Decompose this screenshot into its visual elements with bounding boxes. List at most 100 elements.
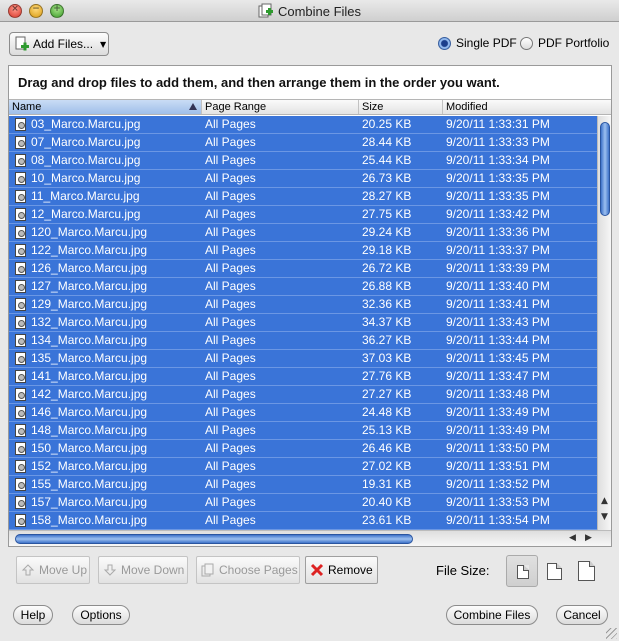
table-row[interactable]: 129_Marco.Marcu.jpg All Pages 32.36 KB 9/20…	[9, 296, 597, 314]
table-row[interactable]: 127_Marco.Marcu.jpg All Pages 26.88 KB 9/20…	[9, 278, 597, 296]
table-row[interactable]: 158_Marco.Marcu.jpg All Pages 23.61 KB 9/20…	[9, 512, 597, 530]
image-file-icon	[15, 190, 26, 203]
modified-cell: 9/20/11 1:33:41 PM	[446, 297, 550, 311]
file-list[interactable]: 03_Marco.Marcu.jpg All Pages 20.25 KB 9/20/…	[9, 116, 597, 530]
table-row[interactable]: 157_Marco.Marcu.jpg All Pages 20.40 KB 9/20…	[9, 494, 597, 512]
table-row[interactable]: 132_Marco.Marcu.jpg All Pages 34.37 KB 9/20…	[9, 314, 597, 332]
file-size-largest-button[interactable]	[570, 555, 602, 587]
move-up-button[interactable]: Move Up	[16, 556, 90, 584]
size-cell: 36.27 KB	[362, 333, 412, 347]
file-size-default-button[interactable]	[538, 555, 570, 587]
table-row[interactable]: 11_Marco.Marcu.jpg All Pages 28.27 KB 9/20/…	[9, 188, 597, 206]
size-cell: 29.18 KB	[362, 243, 412, 257]
file-name-cell: 126_Marco.Marcu.jpg	[31, 261, 148, 275]
resize-grip[interactable]	[606, 628, 617, 639]
column-header-page-range[interactable]: Page Range	[202, 100, 359, 114]
modified-cell: 9/20/11 1:33:36 PM	[446, 225, 550, 239]
size-cell: 25.44 KB	[362, 153, 412, 167]
column-header-name[interactable]: Name	[9, 100, 202, 114]
table-row[interactable]: 122_Marco.Marcu.jpg All Pages 29.18 KB 9/20…	[9, 242, 597, 260]
page-range-cell: All Pages	[205, 261, 256, 275]
table-row[interactable]: 152_Marco.Marcu.jpg All Pages 27.02 KB 9/20…	[9, 458, 597, 476]
page-range-cell: All Pages	[205, 477, 256, 491]
file-name-cell: 03_Marco.Marcu.jpg	[31, 117, 141, 131]
table-row[interactable]: 134_Marco.Marcu.jpg All Pages 36.27 KB 9/20…	[9, 332, 597, 350]
image-file-icon	[15, 244, 26, 257]
page-range-cell: All Pages	[205, 153, 256, 167]
help-label: Help	[20, 608, 46, 622]
size-cell: 20.25 KB	[362, 117, 412, 131]
choose-pages-button[interactable]: Choose Pages	[196, 556, 300, 584]
scroll-right-arrow-icon[interactable]: ▶	[585, 533, 592, 543]
vertical-scroll-thumb[interactable]	[600, 122, 610, 216]
table-row[interactable]: 126_Marco.Marcu.jpg All Pages 26.72 KB 9/20…	[9, 260, 597, 278]
options-label: Options	[80, 608, 122, 622]
instructions-text: Drag and drop files to add them, and the…	[18, 74, 500, 90]
size-cell: 28.27 KB	[362, 189, 412, 203]
options-button[interactable]: Options	[72, 605, 130, 625]
image-file-icon	[15, 208, 26, 221]
modified-cell: 9/20/11 1:33:47 PM	[446, 369, 550, 383]
single-pdf-radio[interactable]	[438, 36, 451, 50]
modified-cell: 9/20/11 1:33:33 PM	[446, 135, 550, 149]
horizontal-scrollbar[interactable]: ◀ ▶	[9, 530, 611, 546]
table-row[interactable]: 148_Marco.Marcu.jpg All Pages 25.13 KB 9/20…	[9, 422, 597, 440]
file-size-label: File Size:	[436, 563, 490, 578]
image-file-icon	[15, 136, 26, 149]
pdf-portfolio-radio[interactable]	[520, 36, 533, 50]
horizontal-scroll-thumb[interactable]	[15, 534, 413, 544]
table-row[interactable]: 120_Marco.Marcu.jpg All Pages 29.24 KB 9/20…	[9, 224, 597, 242]
table-row[interactable]: 150_Marco.Marcu.jpg All Pages 26.46 KB 9/20…	[9, 440, 597, 458]
file-name-cell: 132_Marco.Marcu.jpg	[31, 315, 148, 329]
file-name-cell: 150_Marco.Marcu.jpg	[31, 441, 148, 455]
remove-button[interactable]: Remove	[305, 556, 378, 584]
page-range-cell: All Pages	[205, 315, 256, 329]
remove-x-icon	[310, 563, 324, 577]
size-cell: 19.31 KB	[362, 477, 412, 491]
combine-files-button[interactable]: Combine Files	[446, 605, 538, 625]
cancel-button[interactable]: Cancel	[556, 605, 608, 625]
scroll-up-arrow-icon[interactable]: ▲	[601, 496, 608, 506]
large-page-icon	[578, 561, 595, 581]
page-range-cell: All Pages	[205, 369, 256, 383]
table-row[interactable]: 08_Marco.Marcu.jpg All Pages 25.44 KB 9/20/…	[9, 152, 597, 170]
scroll-left-arrow-icon[interactable]: ◀	[569, 533, 576, 543]
vertical-scrollbar[interactable]: ▲ ▼	[597, 116, 611, 530]
table-row[interactable]: 155_Marco.Marcu.jpg All Pages 19.31 KB 9/20…	[9, 476, 597, 494]
modified-cell: 9/20/11 1:33:53 PM	[446, 495, 550, 509]
move-up-label: Move Up	[39, 563, 88, 577]
table-row[interactable]: 141_Marco.Marcu.jpg All Pages 27.76 KB 9/20…	[9, 368, 597, 386]
size-cell: 27.27 KB	[362, 387, 412, 401]
window-title: Combine Files	[277, 3, 362, 19]
table-row[interactable]: 07_Marco.Marcu.jpg All Pages 28.44 KB 9/20/…	[9, 134, 597, 152]
help-button[interactable]: Help	[13, 605, 53, 625]
table-row[interactable]: 03_Marco.Marcu.jpg All Pages 20.25 KB 9/20/…	[9, 116, 597, 134]
image-file-icon	[15, 406, 26, 419]
pdf-portfolio-option[interactable]: PDF Portfolio	[520, 36, 609, 50]
file-name-cell: 142_Marco.Marcu.jpg	[31, 387, 148, 401]
size-cell: 26.88 KB	[362, 279, 412, 293]
combine-files-icon	[258, 3, 274, 19]
modified-cell: 9/20/11 1:33:39 PM	[446, 261, 550, 275]
column-header-modified[interactable]: Modified	[443, 100, 611, 114]
table-row[interactable]: 142_Marco.Marcu.jpg All Pages 27.27 KB 9/20…	[9, 386, 597, 404]
file-name-cell: 10_Marco.Marcu.jpg	[31, 171, 141, 185]
scroll-down-arrow-icon[interactable]: ▼	[601, 512, 608, 522]
size-cell: 26.73 KB	[362, 171, 412, 185]
single-pdf-option[interactable]: Single PDF	[438, 36, 517, 50]
page-range-cell: All Pages	[205, 297, 256, 311]
table-row[interactable]: 10_Marco.Marcu.jpg All Pages 26.73 KB 9/20/…	[9, 170, 597, 188]
add-files-button[interactable]: Add Files... ▼	[9, 32, 109, 56]
window-title-wrap: Combine Files	[0, 0, 619, 22]
modified-cell: 9/20/11 1:33:34 PM	[446, 153, 550, 167]
table-row[interactable]: 12_Marco.Marcu.jpg All Pages 27.75 KB 9/20/…	[9, 206, 597, 224]
remove-label: Remove	[328, 563, 373, 577]
file-size-smallest-button[interactable]	[506, 555, 538, 587]
modified-cell: 9/20/11 1:33:40 PM	[446, 279, 550, 293]
file-name-cell: 148_Marco.Marcu.jpg	[31, 423, 148, 437]
column-header-size[interactable]: Size	[359, 100, 443, 114]
table-row[interactable]: 146_Marco.Marcu.jpg All Pages 24.48 KB 9/20…	[9, 404, 597, 422]
image-file-icon	[15, 478, 26, 491]
table-row[interactable]: 135_Marco.Marcu.jpg All Pages 37.03 KB 9/20…	[9, 350, 597, 368]
move-down-button[interactable]: Move Down	[98, 556, 188, 584]
